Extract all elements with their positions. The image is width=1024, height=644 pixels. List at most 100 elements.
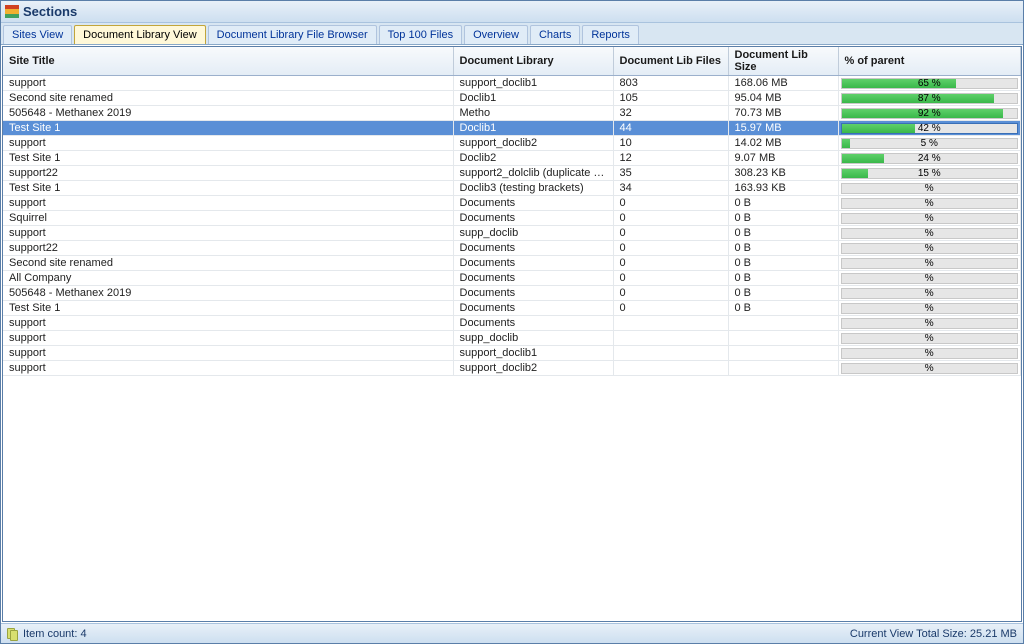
tab-charts[interactable]: Charts (530, 25, 580, 44)
cell-library: Documents (453, 211, 613, 226)
cell-library: Documents (453, 241, 613, 256)
tab-overview[interactable]: Overview (464, 25, 528, 44)
cell-percent: % (838, 346, 1021, 361)
percent-bar: 65 % (841, 78, 1019, 89)
col-site-title[interactable]: Site Title (3, 47, 453, 76)
percent-bar: % (841, 318, 1019, 329)
tab-document-library-file-browser[interactable]: Document Library File Browser (208, 25, 377, 44)
cell-size: 0 B (728, 271, 838, 286)
table-row[interactable]: support22Documents00 B% (3, 241, 1021, 256)
cell-library: Documents (453, 316, 613, 331)
table-row[interactable]: Second site renamedDoclib110595.04 MB87 … (3, 91, 1021, 106)
cell-percent: 65 % (838, 76, 1021, 91)
cell-percent: % (838, 271, 1021, 286)
cell-library: Documents (453, 271, 613, 286)
col-lib-files[interactable]: Document Lib Files (613, 47, 728, 76)
table-row[interactable]: supportsupp_doclib% (3, 331, 1021, 346)
cell-percent: % (838, 316, 1021, 331)
percent-bar: % (841, 288, 1019, 299)
col-lib-size[interactable]: Document Lib Size (728, 47, 838, 76)
item-count-icon (7, 628, 19, 640)
cell-size: 9.07 MB (728, 151, 838, 166)
tab-sites-view[interactable]: Sites View (3, 25, 72, 44)
table-row[interactable]: Second site renamedDocuments00 B% (3, 256, 1021, 271)
cell-percent: 92 % (838, 106, 1021, 121)
cell-size: 0 B (728, 196, 838, 211)
table-row[interactable]: 505648 - Methanex 2019Documents00 B% (3, 286, 1021, 301)
cell-size: 163.93 KB (728, 181, 838, 196)
table-row[interactable]: supportDocuments00 B% (3, 196, 1021, 211)
cell-files: 0 (613, 196, 728, 211)
table-row[interactable]: All CompanyDocuments00 B% (3, 271, 1021, 286)
cell-size: 95.04 MB (728, 91, 838, 106)
cell-library: support_doclib1 (453, 76, 613, 91)
cell-library: support_doclib2 (453, 361, 613, 376)
table-row[interactable]: supportsupport_doclib2% (3, 361, 1021, 376)
cell-size: 0 B (728, 286, 838, 301)
cell-library: Documents (453, 196, 613, 211)
table-row[interactable]: Test Site 1Doclib2129.07 MB24 % (3, 151, 1021, 166)
cell-percent: % (838, 331, 1021, 346)
status-bar: Item count: 4 Current View Total Size: 2… (1, 623, 1023, 643)
table-row[interactable]: supportDocuments% (3, 316, 1021, 331)
table-row[interactable]: Test Site 1Doclib14415.97 MB42 % (3, 121, 1021, 136)
cell-site: support (3, 76, 453, 91)
table-row[interactable]: supportsupport_doclib1803168.06 MB65 % (3, 76, 1021, 91)
cell-size: 15.97 MB (728, 121, 838, 136)
cell-library: Documents (453, 286, 613, 301)
cell-files: 0 (613, 301, 728, 316)
cell-site: support (3, 316, 453, 331)
tab-top-100-files[interactable]: Top 100 Files (379, 25, 462, 44)
cell-size: 0 B (728, 256, 838, 271)
cell-files: 0 (613, 241, 728, 256)
percent-bar: 92 % (841, 108, 1019, 119)
cell-files: 12 (613, 151, 728, 166)
cell-library: Doclib2 (453, 151, 613, 166)
section-header: Sections (1, 1, 1023, 23)
cell-site: Test Site 1 (3, 121, 453, 136)
cell-files: 105 (613, 91, 728, 106)
cell-percent: % (838, 181, 1021, 196)
tab-document-library-view[interactable]: Document Library View (74, 25, 206, 44)
cell-library: support2_dolclib (duplicate site name) (453, 166, 613, 181)
cell-percent: 5 % (838, 136, 1021, 151)
data-grid[interactable]: Site Title Document Library Document Lib… (2, 46, 1022, 622)
table-row[interactable]: 505648 - Methanex 2019Metho3270.73 MB92 … (3, 106, 1021, 121)
cell-files: 0 (613, 211, 728, 226)
table-row[interactable]: support22support2_dolclib (duplicate sit… (3, 166, 1021, 181)
cell-library: supp_doclib (453, 331, 613, 346)
col-pct-parent[interactable]: % of parent (838, 47, 1021, 76)
percent-bar: % (841, 228, 1019, 239)
cell-site: Squirrel (3, 211, 453, 226)
cell-files: 0 (613, 271, 728, 286)
cell-size (728, 361, 838, 376)
percent-bar: % (841, 363, 1019, 374)
table-row[interactable]: supportsupp_doclib00 B% (3, 226, 1021, 241)
table-row[interactable]: supportsupport_doclib1% (3, 346, 1021, 361)
cell-size: 0 B (728, 211, 838, 226)
cell-percent: % (838, 286, 1021, 301)
table-row[interactable]: SquirrelDocuments00 B% (3, 211, 1021, 226)
percent-bar: 5 % (841, 138, 1019, 149)
cell-percent: 24 % (838, 151, 1021, 166)
cell-files (613, 316, 728, 331)
table-row[interactable]: supportsupport_doclib21014.02 MB5 % (3, 136, 1021, 151)
percent-bar: % (841, 183, 1019, 194)
cell-site: Test Site 1 (3, 181, 453, 196)
col-doc-library[interactable]: Document Library (453, 47, 613, 76)
cell-files: 0 (613, 226, 728, 241)
cell-files (613, 346, 728, 361)
column-header-row: Site Title Document Library Document Lib… (3, 47, 1021, 76)
cell-size (728, 316, 838, 331)
percent-bar: % (841, 243, 1019, 254)
cell-size: 0 B (728, 301, 838, 316)
tab-reports[interactable]: Reports (582, 25, 639, 44)
percent-bar: 24 % (841, 153, 1019, 164)
percent-bar: 87 % (841, 93, 1019, 104)
cell-site: support (3, 346, 453, 361)
table-row[interactable]: Test Site 1Documents00 B% (3, 301, 1021, 316)
percent-bar: % (841, 213, 1019, 224)
table-row[interactable]: Test Site 1Doclib3 (testing brackets)341… (3, 181, 1021, 196)
percent-bar: % (841, 333, 1019, 344)
cell-site: support (3, 226, 453, 241)
